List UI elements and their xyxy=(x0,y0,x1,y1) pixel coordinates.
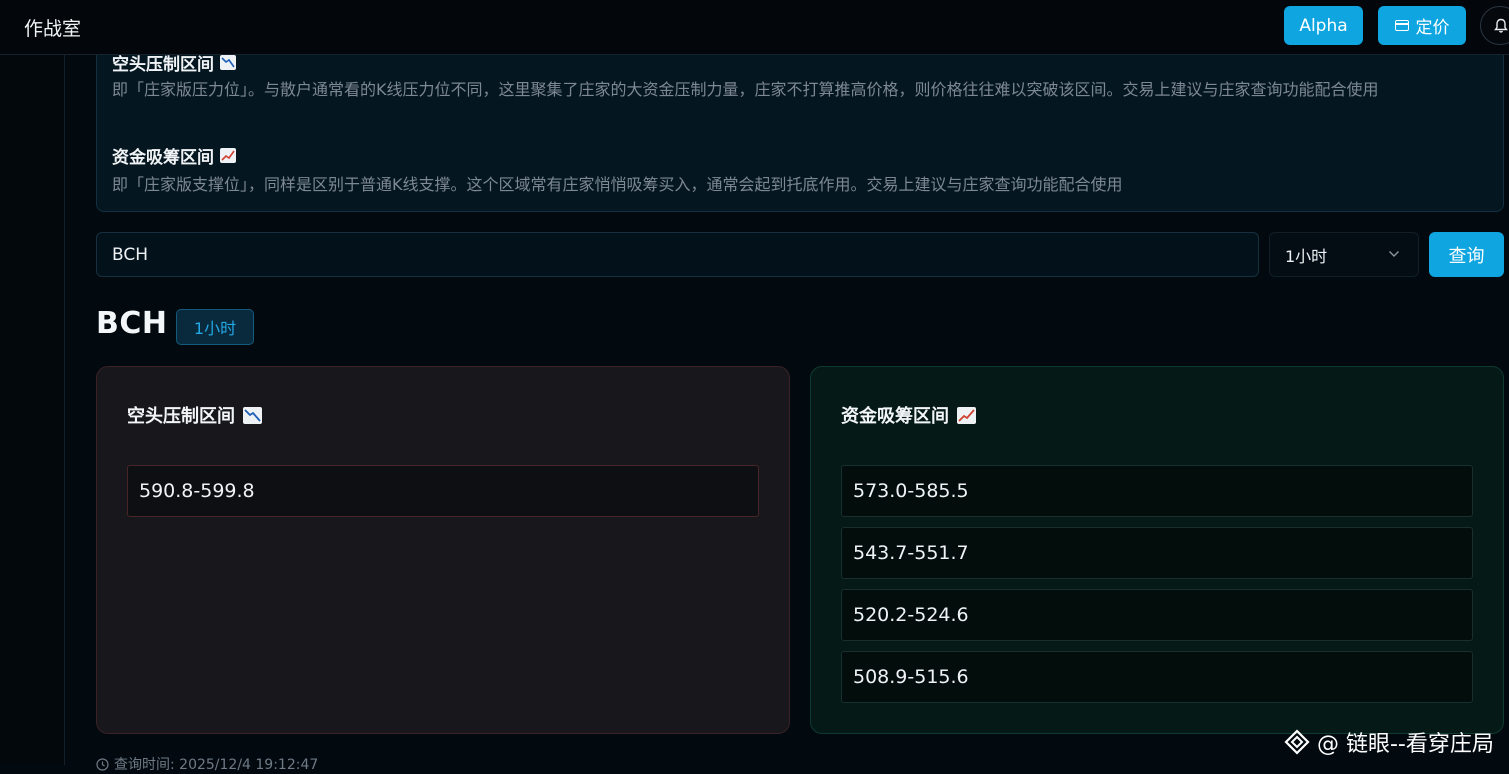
alpha-button[interactable]: Alpha xyxy=(1284,6,1363,45)
bell-icon xyxy=(1494,18,1508,33)
result-symbol-title: BCH xyxy=(96,306,168,341)
support-panel-title: 资金吸筹区间 xyxy=(841,402,976,428)
symbol-search-input[interactable]: BCH xyxy=(96,232,1259,277)
resistance-panel: 空头压制区间 590.8-599.8 xyxy=(96,366,790,734)
resistance-info-description: 即「庄家版压力位」。与散户通常看的K线压力位不同，这里聚集了庄家的大资金压制力量… xyxy=(112,80,1379,99)
pricing-button[interactable]: 定价 xyxy=(1378,6,1466,45)
interval-select[interactable]: 1小时 xyxy=(1269,232,1419,277)
card-icon xyxy=(1394,20,1409,31)
chart-decreasing-icon xyxy=(220,55,236,70)
query-time: 查询时间: 2025/12/4 19:12:47 xyxy=(96,754,318,774)
support-panel-title-text: 资金吸筹区间 xyxy=(841,406,949,427)
notifications-button[interactable] xyxy=(1480,6,1509,45)
resistance-panel-title: 空头压制区间 xyxy=(127,402,262,428)
support-range-item: 508.9-515.6 xyxy=(841,651,1473,703)
info-box: 空头压制区间 即「庄家版压力位」。与散户通常看的K线压力位不同，这里聚集了庄家的… xyxy=(96,40,1504,212)
support-range-item: 520.2-524.6 xyxy=(841,589,1473,641)
chevron-down-icon xyxy=(1389,251,1399,257)
app-title: 作战室 xyxy=(24,18,82,40)
chart-increasing-icon xyxy=(957,406,976,424)
chart-increasing-icon xyxy=(220,148,236,163)
query-time-text: 查询时间: 2025/12/4 19:12:47 xyxy=(114,757,319,773)
watermark-text: @ 链眼--看穿庄局 xyxy=(1317,732,1494,757)
support-info-title: 资金吸筹区间 xyxy=(112,143,236,168)
pricing-button-label: 定价 xyxy=(1415,18,1450,38)
resistance-range-item: 590.8-599.8 xyxy=(127,465,759,517)
support-range-item: 573.0-585.5 xyxy=(841,465,1473,517)
chart-decreasing-icon xyxy=(243,406,262,424)
interval-select-value: 1小时 xyxy=(1285,246,1328,266)
query-button[interactable]: 查询 xyxy=(1429,232,1504,277)
support-info-description: 即「庄家版支撑位」，同样是区别于普通K线支撑。这个区域常有庄家悄悄吸筹买入，通常… xyxy=(112,175,1123,194)
left-sidebar xyxy=(0,55,65,765)
diamond-logo-icon xyxy=(1284,729,1310,755)
support-panel: 资金吸筹区间 573.0-585.5 543.7-551.7 520.2-524… xyxy=(810,366,1504,734)
support-info-title-text: 资金吸筹区间 xyxy=(112,148,214,168)
watermark: @ 链眼--看穿庄局 xyxy=(1283,726,1494,758)
top-bar: 作战室 Alpha 定价 xyxy=(0,0,1509,55)
interval-badge: 1小时 xyxy=(176,309,254,345)
clock-icon xyxy=(96,757,109,771)
resistance-panel-title-text: 空头压制区间 xyxy=(127,406,235,427)
support-range-item: 543.7-551.7 xyxy=(841,527,1473,579)
